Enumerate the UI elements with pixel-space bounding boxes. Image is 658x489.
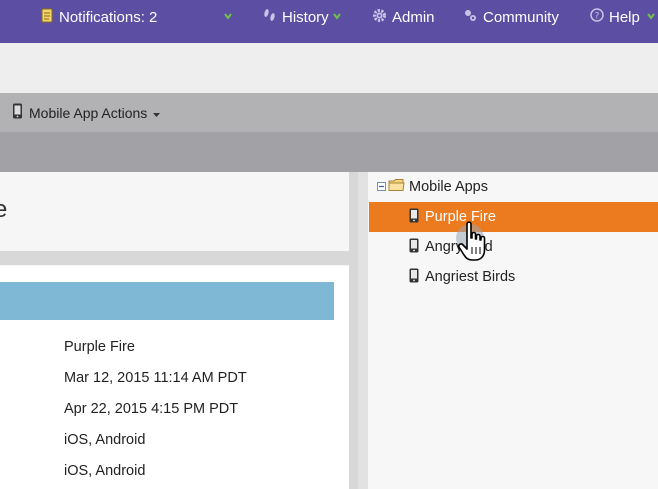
detail-value-updated: Apr 22, 2015 4:15 PM PDT — [64, 401, 239, 417]
mobile-phone-icon — [409, 208, 419, 227]
page-title: e — [0, 196, 8, 223]
mobile-app-actions-button[interactable]: Mobile App Actions — [12, 93, 161, 132]
help-menu[interactable]: ? Help — [590, 0, 640, 34]
help-label: Help — [609, 8, 640, 26]
mobile-phone-icon — [12, 103, 23, 122]
tree-item-angriest-birds[interactable]: Angriest Birds — [369, 262, 658, 292]
detail-value-platforms-2: iOS, Android — [64, 463, 146, 479]
mobile-phone-icon — [409, 268, 419, 287]
community-menu[interactable]: Community — [463, 0, 559, 34]
history-label: History — [282, 8, 329, 26]
footsteps-icon — [262, 8, 277, 26]
mobile-phone-icon — [409, 238, 419, 257]
chevron-down-icon[interactable] — [332, 11, 342, 21]
toolbar: Mobile App Actions — [0, 93, 658, 132]
detail-value-name: Purple Fire — [64, 339, 135, 355]
notifications-menu[interactable]: Notifications: 2 — [40, 0, 157, 34]
tree-item-label: Angriest Birds — [425, 269, 516, 285]
top-nav: Notifications: 2 History Admin Community… — [0, 0, 658, 43]
tree-root-mobile-apps[interactable]: Mobile Apps — [369, 172, 658, 202]
mobile-app-actions-label: Mobile App Actions — [29, 104, 148, 121]
svg-text:?: ? — [595, 12, 600, 22]
tree-root-label: Mobile Apps — [409, 179, 488, 195]
detail-value-platforms: iOS, Android — [64, 432, 146, 448]
chevron-down-icon[interactable] — [646, 11, 656, 21]
gear-icon — [372, 8, 387, 27]
chevron-down-icon[interactable] — [223, 11, 233, 21]
help-icon: ? — [590, 8, 604, 26]
caret-down-icon — [153, 105, 161, 121]
admin-label: Admin — [392, 8, 435, 26]
collapse-icon[interactable] — [377, 179, 386, 195]
hand-cursor-icon — [454, 218, 494, 270]
folder-icon — [388, 178, 405, 196]
tree-item-angry-bird[interactable]: Angry Bird — [369, 232, 658, 262]
title-card — [0, 172, 349, 251]
tree-item-purple-fire[interactable]: Purple Fire — [369, 202, 658, 232]
notifications-label: Notifications: 2 — [59, 8, 158, 26]
label-fragment: : — [0, 463, 1, 479]
community-label: Community — [483, 8, 559, 26]
sub-header — [0, 43, 658, 93]
history-menu[interactable]: History — [262, 0, 329, 34]
details-header — [0, 282, 334, 320]
tab-strip — [0, 132, 658, 172]
detail-value-created: Mar 12, 2015 11:14 AM PDT — [64, 370, 247, 386]
community-icon — [463, 8, 478, 27]
notepad-icon — [40, 8, 54, 27]
admin-menu[interactable]: Admin — [372, 0, 435, 34]
